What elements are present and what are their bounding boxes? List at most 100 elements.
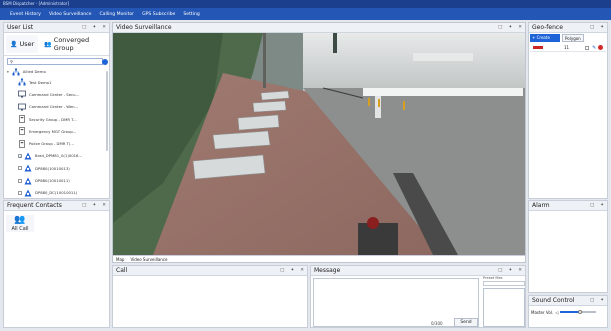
monitor-icon (18, 90, 26, 98)
preset-message-list[interactable] (483, 288, 525, 327)
fence-checkbox[interactable] (585, 45, 590, 50)
org-icon (12, 68, 20, 76)
user-list-header: User List □ ✦ ✕ (4, 23, 109, 33)
speaker-icon: ◁ (555, 309, 559, 315)
search-input[interactable] (14, 59, 98, 64)
preset-message-label: Preset Mes (483, 276, 503, 280)
tree-item[interactable]: Emergency MGT Group... (4, 125, 109, 137)
tree-item[interactable]: DP880(10010011) (4, 174, 109, 186)
pin-icon[interactable]: ✦ (508, 23, 512, 33)
send-button[interactable]: Send (454, 318, 478, 327)
item-checkbox[interactable] (18, 178, 22, 183)
preset-message-select[interactable] (483, 281, 525, 286)
tab-map[interactable]: Map (116, 256, 124, 262)
close-icon[interactable]: ✕ (300, 266, 304, 276)
panel-title: Alarm (532, 202, 550, 209)
tree-item[interactable]: DP880_DC(10010011) (4, 187, 109, 199)
tree-item-label: Emergency MGT Group... (29, 128, 77, 134)
restore-icon[interactable]: □ (590, 201, 594, 211)
close-icon[interactable]: ✕ (518, 266, 522, 276)
tab-converged-group[interactable]: 👥 Converged Group (40, 35, 107, 53)
group-icon (18, 115, 26, 123)
geofence-row[interactable]: 11 ✎ (530, 44, 606, 52)
restore-icon[interactable]: □ (498, 23, 502, 33)
tree-scrollbar[interactable] (106, 71, 108, 151)
tree-item-label: DP880(10010011) (35, 178, 70, 184)
pin-icon[interactable]: ✦ (92, 201, 96, 211)
expand-caret-icon[interactable]: ▾ (7, 70, 9, 74)
tree-root[interactable]: ▾ Allied Demo (4, 67, 109, 76)
menu-bar: Event History Video Surveillance Calling M… (0, 8, 611, 20)
menu-item-setting[interactable]: Setting (183, 12, 199, 17)
pin-icon[interactable]: ✦ (290, 266, 294, 276)
item-checkbox[interactable] (18, 166, 22, 171)
restore-icon[interactable]: □ (280, 266, 284, 276)
geofence-panel: Geo-fence □ ✦ + Create Polygon 11 ✎ (528, 22, 608, 199)
pin-icon[interactable]: ✦ (92, 23, 96, 33)
fence-count: 11 (564, 45, 570, 50)
tree-item[interactable]: Test Demo1 (4, 76, 109, 88)
tab-converged-label: Converged Group (53, 36, 90, 52)
master-volume-label: Master Vol. (531, 309, 554, 315)
close-icon[interactable]: ✕ (518, 23, 522, 33)
search-icon: ⚲ (10, 59, 13, 64)
window-title: BSM Dispatcher - [Administrator] (0, 0, 611, 8)
menu-item-event-history[interactable]: Event History (10, 12, 41, 17)
restore-icon[interactable]: □ (82, 201, 86, 211)
radio-user-icon (24, 152, 32, 160)
video-feed[interactable] (113, 33, 525, 255)
alarm-panel: Alarm □ ✦ (528, 200, 608, 293)
restore-icon[interactable]: □ (590, 23, 594, 33)
user-list-panel: User List □ ✦ ✕ 👤 User 👥 Converged Group ⚲ ▾… (3, 22, 110, 222)
tree-item-label: Security Group - DMR T... (29, 116, 77, 122)
tab-video-surveillance[interactable]: Video Surveillance (130, 256, 167, 262)
frequent-contacts-panel: Frequent Contacts □ ✦ ✕ 👥 All Call (3, 200, 110, 328)
radio-user-icon (24, 189, 32, 197)
menu-item-calling-monitor[interactable]: Calling Monitor (99, 12, 134, 17)
item-checkbox[interactable] (18, 190, 22, 195)
all-call-icon: 👥 (14, 215, 26, 225)
tree-item-label: Command Center - Wen... (29, 104, 79, 110)
tree-item[interactable]: Police Group - DMR T(... (4, 137, 109, 149)
message-panel: Message □ ✦ ✕ 0/300 Send Preset Mes (310, 265, 526, 328)
panel-title: Frequent Contacts (7, 202, 62, 209)
master-volume-slider[interactable] (560, 309, 597, 314)
tree-item[interactable]: Security Group - DMR T... (4, 113, 109, 125)
char-counter: 0/300 (431, 321, 443, 326)
search-status-dot (102, 59, 108, 65)
pin-icon[interactable]: ✦ (600, 296, 604, 306)
item-checkbox[interactable]: ✓ (18, 153, 22, 159)
close-icon[interactable]: ✕ (102, 23, 106, 33)
radio-user-icon (24, 164, 32, 172)
tree-item[interactable]: Command Center - Secu... (4, 88, 109, 100)
call-panel: Call □ ✦ ✕ (112, 265, 308, 328)
close-icon[interactable]: ✕ (102, 201, 106, 211)
video-tabs: Map Video Surveillance (113, 255, 525, 262)
pin-icon[interactable]: ✦ (600, 23, 604, 33)
restore-icon[interactable]: □ (498, 266, 502, 276)
panel-title: Sound Control (532, 297, 575, 304)
volume-knob[interactable] (578, 309, 583, 314)
sound-control-panel: Sound Control □ ✦ Master Vol. ◁ (528, 295, 608, 328)
tree-item-label: Police Group - DMR T(... (29, 141, 75, 147)
pin-icon[interactable]: ✦ (508, 266, 512, 276)
tree-item[interactable]: ✓ Brad_DPM81_0(1)0016... (4, 150, 109, 162)
edit-icon[interactable]: ✎ (592, 45, 596, 51)
tree-item[interactable]: Command Center - Wen... (4, 101, 109, 113)
geofence-type-select[interactable]: Polygon (562, 34, 584, 42)
create-geofence-button[interactable]: + Create (530, 34, 560, 42)
all-call-item[interactable]: 👥 All Call (6, 215, 34, 232)
group-icon: 👥 (44, 40, 52, 48)
menu-item-video-surveillance[interactable]: Video Surveillance (49, 12, 92, 17)
restore-icon[interactable]: □ (590, 296, 594, 306)
pin-icon[interactable]: ✦ (600, 201, 604, 211)
tree-item-label: DP880(10010013) (35, 165, 70, 171)
menu-item-gps-subscribe[interactable]: GPS Subscribe (142, 12, 175, 17)
tab-user[interactable]: 👤 User (6, 35, 39, 53)
search-box: ⚲ (7, 58, 108, 65)
radio-user-icon (24, 177, 32, 185)
tree-item[interactable]: DP880(10010013) (4, 162, 109, 174)
delete-icon[interactable] (598, 45, 604, 50)
panel-title: Call (116, 267, 128, 274)
restore-icon[interactable]: □ (82, 23, 86, 33)
